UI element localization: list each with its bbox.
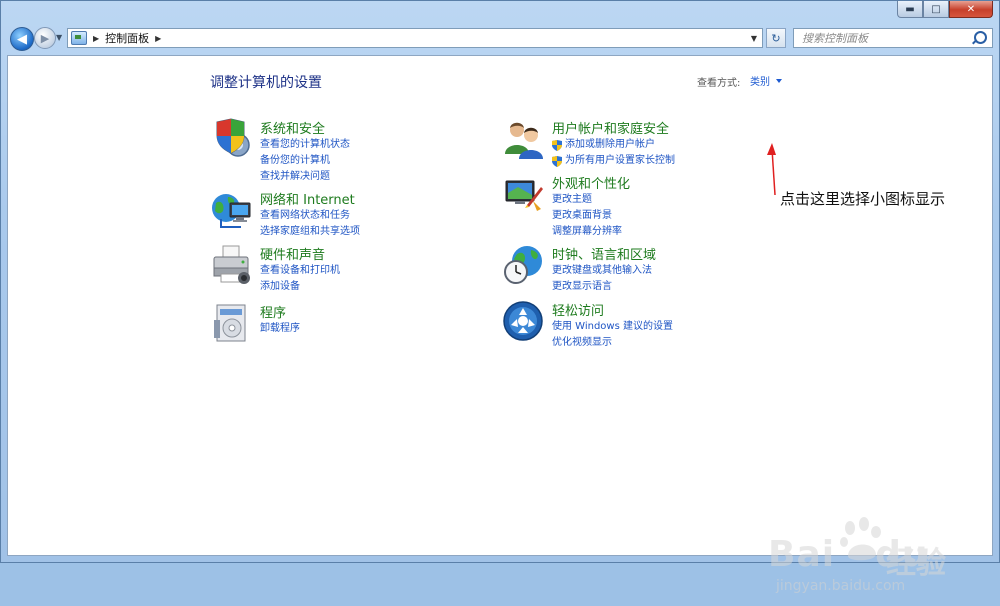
uac-shield-icon [552, 139, 562, 151]
link-adjust-resolution[interactable]: 调整屏幕分辨率 [552, 224, 622, 240]
link-label[interactable]: 添加或删除用户帐户 [565, 137, 655, 153]
view-by-dropdown[interactable]: 类别 [750, 73, 782, 88]
refresh-button[interactable]: ↻ [766, 28, 786, 48]
uac-shield-icon [552, 155, 562, 167]
chevron-down-icon[interactable] [776, 78, 782, 83]
breadcrumb-separator-icon[interactable]: ▶ [93, 34, 99, 43]
link-backup-computer[interactable]: 备份您的计算机 [260, 153, 350, 169]
link-add-remove-accounts[interactable]: 添加或删除用户帐户 [552, 137, 675, 153]
recent-pages-dropdown[interactable]: ▼ [56, 33, 62, 42]
shield-computer-icon[interactable] [211, 118, 253, 160]
search-icon[interactable] [974, 31, 987, 44]
watermark-jingyan: 经验 [886, 546, 946, 581]
forward-button[interactable]: ▶ [34, 27, 56, 49]
breadcrumb-separator-icon[interactable]: ▶ [155, 34, 161, 43]
view-by-value[interactable]: 类别 [750, 73, 770, 88]
network-globe-icon[interactable] [211, 189, 253, 231]
link-use-windows-recommended[interactable]: 使用 Windows 建议的设置 [552, 319, 673, 335]
category-title[interactable]: 程序 [260, 302, 286, 321]
category-title[interactable]: 时钟、语言和区域 [552, 244, 656, 263]
link-homegroup-sharing[interactable]: 选择家庭组和共享选项 [260, 224, 360, 240]
search-input[interactable] [800, 30, 974, 46]
programs-icon[interactable] [211, 302, 253, 344]
breadcrumb-control-panel[interactable]: 控制面板 [105, 30, 149, 46]
category-title[interactable]: 网络和 Internet [260, 189, 355, 208]
address-dropdown-button[interactable]: ▼ [747, 30, 761, 46]
link-change-keyboard-input[interactable]: 更改键盘或其他输入法 [552, 263, 652, 279]
caption-buttons: ▬ □ ✕ [897, 1, 993, 18]
link-parental-controls[interactable]: 为所有用户设置家长控制 [552, 153, 675, 169]
link-view-network-status[interactable]: 查看网络状态和任务 [260, 208, 360, 224]
link-uninstall-program[interactable]: 卸载程序 [260, 321, 300, 337]
category-title[interactable]: 外观和个性化 [552, 173, 630, 192]
clock-globe-icon[interactable] [503, 244, 545, 286]
link-change-desktop-background[interactable]: 更改桌面背景 [552, 208, 622, 224]
maximize-button[interactable]: □ [923, 1, 949, 18]
search-box[interactable] [793, 28, 993, 48]
navigation-bar: ◀ ▶ ▼ ▶ 控制面板 ▶ ▼ ↻ [1, 25, 999, 53]
minimize-button[interactable]: ▬ [897, 1, 923, 18]
baidu-jingyan-watermark: Bai du 经验 jingyan.baidu.com [768, 516, 978, 606]
appearance-icon[interactable] [503, 173, 545, 215]
content-pane: 调整计算机的设置 查看方式: 类别 系统和安全 查看您的计算机状态 备份您的计算… [7, 55, 993, 594]
link-label[interactable]: 为所有用户设置家长控制 [565, 153, 675, 169]
annotation-text: 点击这里选择小图标显示 [780, 190, 946, 208]
category-title[interactable]: 用户帐户和家庭安全 [552, 118, 669, 137]
address-bar[interactable]: ▶ 控制面板 ▶ ▼ [67, 28, 763, 48]
category-title[interactable]: 系统和安全 [260, 118, 325, 137]
link-view-computer-status[interactable]: 查看您的计算机状态 [260, 137, 350, 153]
link-add-device[interactable]: 添加设备 [260, 279, 340, 295]
control-panel-window: ▬ □ ✕ ◀ ▶ ▼ ▶ 控制面板 ▶ ▼ ↻ 调整计算机的设置 查看方式: … [0, 0, 1000, 594]
link-optimize-video-display[interactable]: 优化视频显示 [552, 335, 673, 351]
link-find-fix-problems[interactable]: 查找并解决问题 [260, 169, 350, 185]
page-title: 调整计算机的设置 [210, 75, 322, 91]
link-view-devices-printers[interactable]: 查看设备和打印机 [260, 263, 340, 279]
watermark-url: jingyan.baidu.com [776, 578, 906, 594]
category-title[interactable]: 轻松访问 [552, 300, 604, 319]
view-by-label: 查看方式: [697, 78, 741, 89]
printer-icon[interactable] [211, 244, 253, 286]
close-button[interactable]: ✕ [949, 1, 993, 18]
link-change-theme[interactable]: 更改主题 [552, 192, 622, 208]
category-title[interactable]: 硬件和声音 [260, 244, 325, 263]
link-change-display-language[interactable]: 更改显示语言 [552, 279, 652, 295]
ease-of-access-icon[interactable] [503, 300, 545, 342]
users-icon[interactable] [503, 118, 545, 160]
back-button[interactable]: ◀ [10, 27, 34, 51]
control-panel-icon [71, 31, 87, 45]
